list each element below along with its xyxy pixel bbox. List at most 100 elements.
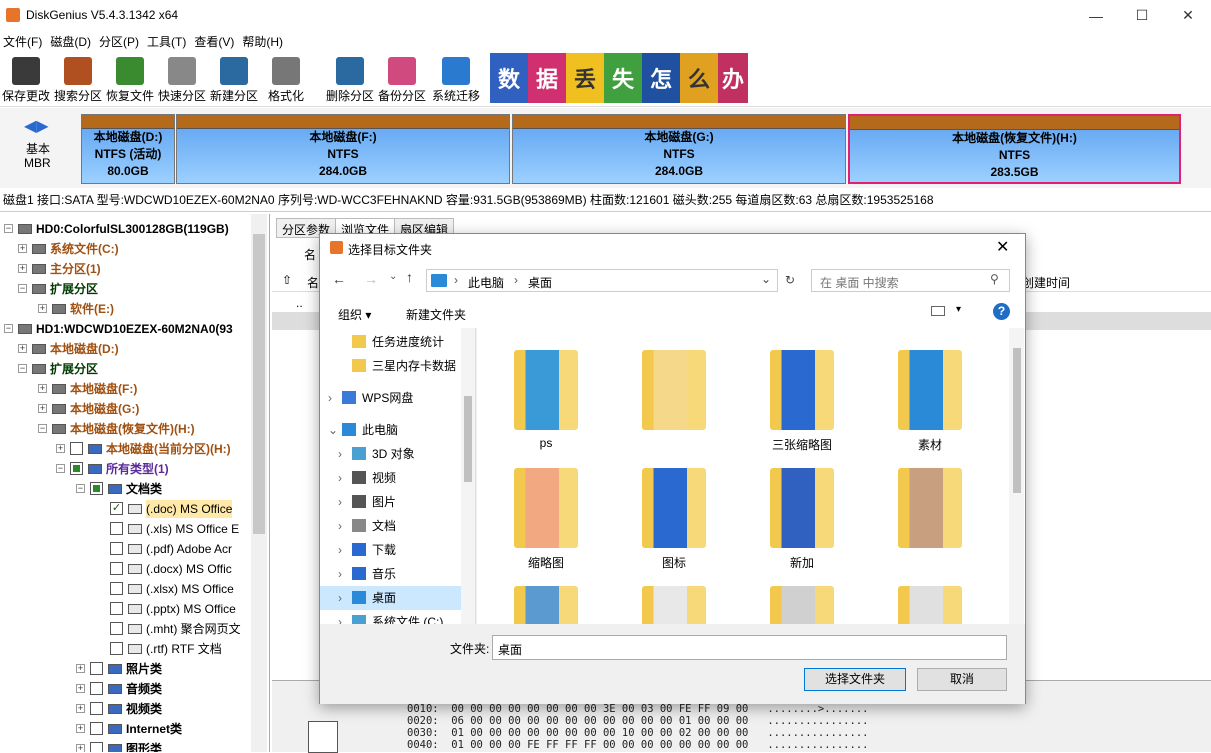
chevron-icon[interactable]: › (328, 386, 332, 410)
tree-node[interactable]: HD0:ColorfulSL300128GB(119GB) (36, 220, 229, 238)
tree-checkbox[interactable] (110, 562, 123, 575)
folder-item[interactable]: 图标 (619, 456, 729, 570)
column-created[interactable]: 创建时间 (1022, 274, 1070, 291)
tree-node[interactable]: (.xlsx) MS Office (146, 580, 234, 598)
tree-node[interactable]: (.rtf) RTF 文档 (146, 640, 222, 658)
tree-checkbox[interactable] (70, 442, 83, 455)
column-name-2[interactable]: 名 (307, 274, 319, 291)
tree-node[interactable]: 视频类 (126, 700, 162, 718)
tree-expander[interactable]: − (38, 424, 47, 433)
tree-expander[interactable]: + (18, 244, 27, 253)
tree-checkbox[interactable] (90, 722, 103, 735)
tree-node[interactable]: 所有类型(1) (106, 460, 169, 478)
tree-checkbox[interactable] (90, 662, 103, 675)
tree-expander[interactable]: − (4, 224, 13, 233)
disk-nav-arrows[interactable]: ◀▶ (24, 116, 49, 136)
address-bar[interactable]: › 此电脑 › 桌面 ⌄ (426, 269, 778, 292)
breadcrumb-pc[interactable]: 此电脑 (468, 274, 504, 291)
toolbar-button-3[interactable]: 快速分区 (156, 53, 208, 105)
tree-checkbox[interactable] (90, 742, 103, 752)
maximize-button[interactable]: ☐ (1119, 0, 1165, 31)
tree-expander[interactable]: − (56, 464, 65, 473)
tree-node[interactable]: (.pptx) MS Office (146, 600, 236, 618)
tree-node[interactable]: 照片类 (126, 660, 162, 678)
menu-view[interactable]: 查看(V) (191, 31, 239, 50)
tree-node[interactable]: 扩展分区 (50, 280, 98, 298)
toolbar-button-2[interactable]: 恢复文件 (104, 53, 156, 105)
nav-item[interactable]: 三星内存卡数据 (320, 354, 461, 378)
tree-expander[interactable]: + (38, 304, 47, 313)
tree-node[interactable]: 本地磁盘(G:) (70, 400, 139, 418)
search-input[interactable]: 在 桌面 中搜索 ⚲ (811, 269, 1010, 292)
tree-checkbox[interactable] (110, 622, 123, 635)
toolbar-button-4[interactable]: 新建分区 (208, 53, 260, 105)
folder-item[interactable] (747, 574, 857, 624)
nav-item[interactable]: › 系统文件 (C:) (320, 610, 461, 624)
tree-expander[interactable]: − (18, 364, 27, 373)
tree-node[interactable]: 本地磁盘(F:) (70, 380, 137, 398)
tree-checkbox[interactable] (90, 702, 103, 715)
tree-node[interactable]: 文档类 (126, 480, 162, 498)
tree-node[interactable]: (.xls) MS Office E (146, 520, 239, 538)
chevron-icon[interactable]: › (338, 442, 342, 466)
tree-node[interactable]: 图形类 (126, 740, 162, 752)
chevron-icon[interactable]: › (338, 610, 342, 624)
folder-item[interactable]: 三张缩略图 (747, 338, 857, 452)
folder-item[interactable] (619, 574, 729, 624)
close-button[interactable]: ✕ (1165, 0, 1211, 31)
tree-scrollbar[interactable] (251, 214, 267, 752)
menu-help[interactable]: 帮助(H) (239, 31, 288, 50)
tree-node[interactable]: (.doc) MS Office (146, 500, 233, 518)
tree-node[interactable]: Internet类 (126, 720, 182, 738)
nav-item[interactable]: › 桌面 (320, 586, 461, 610)
partition-block-h[interactable]: 本地磁盘(恢复文件)(H:) NTFS 283.5GB (848, 114, 1181, 184)
tree-node[interactable]: 本地磁盘(恢复文件)(H:) (70, 420, 195, 438)
tree-checkbox[interactable] (110, 602, 123, 615)
tree-checkbox[interactable] (90, 682, 103, 695)
menu-file[interactable]: 文件(F) (0, 31, 47, 50)
tree-expander[interactable]: + (76, 684, 85, 693)
dialog-close-button[interactable]: ✕ (996, 237, 1009, 257)
tree-expander[interactable]: + (38, 384, 47, 393)
chevron-icon[interactable]: ⌄ (328, 418, 338, 442)
partition-block-d[interactable]: 本地磁盘(D:) NTFS (活动) 80.0GB (81, 114, 175, 184)
chevron-icon[interactable]: › (338, 538, 342, 562)
partition-block-g[interactable]: 本地磁盘(G:) NTFS 284.0GB (512, 114, 846, 184)
folder-item[interactable]: 新加 (747, 456, 857, 570)
nav-item[interactable]: › 音乐 (320, 562, 461, 586)
up-arrow-icon[interactable]: ⇧ (282, 273, 292, 287)
folder-item[interactable] (619, 338, 729, 448)
tree-checkbox[interactable] (110, 582, 123, 595)
column-name[interactable]: 名 (304, 246, 316, 263)
tree-checkbox[interactable] (110, 522, 123, 535)
nav-item[interactable]: › 文档 (320, 514, 461, 538)
nav-item[interactable]: ⌄ 此电脑 (320, 418, 461, 442)
chevron-icon[interactable]: › (338, 514, 342, 538)
tree-node[interactable]: 本地磁盘(当前分区)(H:) (106, 440, 231, 458)
tree-node[interactable]: 音频类 (126, 680, 162, 698)
toolbar-button-1[interactable]: 搜索分区 (52, 53, 104, 105)
new-folder-button[interactable]: 新建文件夹 (406, 306, 466, 323)
chevron-icon[interactable]: › (338, 562, 342, 586)
nav-item[interactable]: › WPS网盘 (320, 386, 461, 410)
tree-checkbox[interactable] (90, 482, 103, 495)
tree-expander[interactable]: − (76, 484, 85, 493)
select-folder-button[interactable]: 选择文件夹 (804, 668, 906, 691)
tree-expander[interactable]: − (4, 324, 13, 333)
refresh-icon[interactable]: ↻ (780, 269, 800, 292)
chevron-icon[interactable]: › (338, 466, 342, 490)
tree-node[interactable]: 扩展分区 (50, 360, 98, 378)
organize-menu[interactable]: 组织 ▾ (338, 306, 371, 323)
tree-expander[interactable]: + (76, 664, 85, 673)
folder-item[interactable] (875, 574, 985, 624)
toolbar-button-7[interactable]: 备份分区 (376, 53, 428, 105)
nav-item[interactable]: 任务进度统计 (320, 330, 461, 354)
minimize-button[interactable]: — (1073, 0, 1119, 31)
menu-partition[interactable]: 分区(P) (96, 31, 144, 50)
breadcrumb-desktop[interactable]: 桌面 (528, 274, 552, 291)
tree-node[interactable]: (.pdf) Adobe Acr (146, 540, 232, 558)
toolbar-button-6[interactable]: 删除分区 (324, 53, 376, 105)
up-folder-item[interactable]: .. (296, 296, 303, 310)
chevron-icon[interactable]: › (338, 586, 342, 610)
tree-expander[interactable]: + (76, 724, 85, 733)
